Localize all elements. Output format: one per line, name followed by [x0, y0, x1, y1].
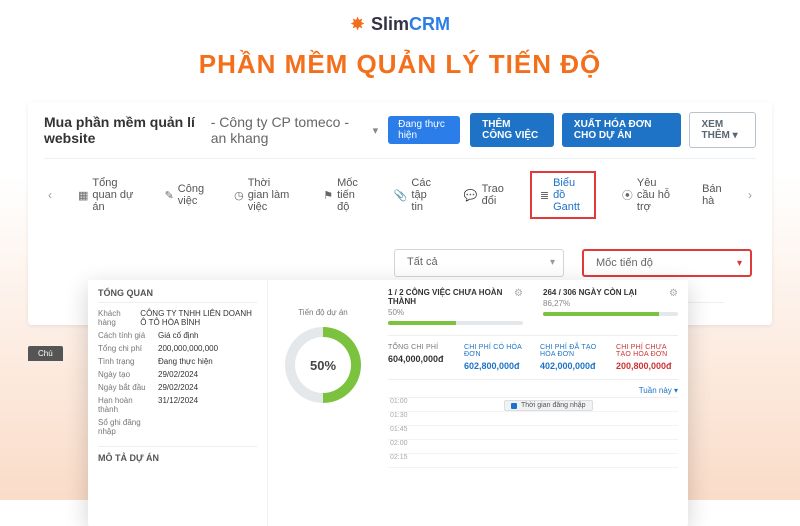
tab-milestone[interactable]: ⚑Mốc tiến độ: [319, 175, 367, 215]
project-title: Mua phần mềm quản lí website: [44, 114, 201, 146]
add-task-button[interactable]: THÊM CÔNG VIỆC: [470, 113, 554, 147]
export-invoice-button[interactable]: XUẤT HÓA ĐƠN CHO DỰ ÁN: [562, 113, 681, 147]
tab-gantt[interactable]: ≣Biểu đồ Gantt: [530, 171, 596, 219]
tab-timesheet[interactable]: ◷Thời gian làm việc: [230, 175, 297, 215]
tab-support[interactable]: ⦿Yêu cầu hỗ trợ: [618, 175, 676, 215]
overview-popover: TỔNG QUAN Khách hàngCÔNG TY TNHH LIÊN DO…: [88, 280, 688, 526]
tab-files[interactable]: 📎Các tập tin: [390, 175, 438, 215]
clipboard-icon: ✎: [165, 189, 174, 202]
desc-heading: MÔ TẢ DỰ ÁN: [98, 446, 257, 463]
side-chip: Chú: [28, 346, 63, 361]
progress-label: Tiến độ dự án: [298, 308, 348, 317]
gantt-icon: ≣: [540, 189, 549, 202]
comment-icon: 💬: [464, 189, 478, 202]
attach-icon: 📎: [394, 189, 408, 202]
chevron-left-icon[interactable]: ‹: [48, 188, 52, 202]
stat-gear-icon-2[interactable]: ⚙: [669, 288, 678, 299]
gear-icon: ✸: [350, 14, 365, 35]
tab-sales[interactable]: Bán hà: [698, 181, 726, 209]
progress-percent: 50%: [295, 337, 351, 393]
tab-tasks[interactable]: ✎Công việc: [161, 181, 209, 209]
brand-crm: CRM: [409, 14, 450, 34]
status-badge: Đang thực hiện: [388, 116, 460, 144]
legend-dot-icon: [511, 403, 517, 409]
filter-all-select[interactable]: Tất cả: [394, 249, 564, 277]
chevron-right-icon[interactable]: ›: [748, 188, 752, 202]
clock-icon: ◷: [234, 189, 244, 202]
caret-down-icon[interactable]: ▾: [373, 124, 379, 137]
stat-gear-icon-1[interactable]: ⚙: [514, 288, 523, 299]
timeline-legend: Thời gian đăng nhập: [504, 400, 593, 411]
tab-overview[interactable]: ▦Tổng quan dự án: [74, 175, 139, 215]
overview-heading: TỔNG QUAN: [98, 288, 257, 303]
flag-icon: ⚑: [323, 189, 333, 202]
grid-icon: ▦: [78, 189, 88, 202]
customer-link[interactable]: CÔNG TY TNHH LIÊN DOANH Ô TÔ HÒA BÌNH: [140, 309, 257, 327]
brand-slim: Slim: [371, 14, 409, 34]
more-button[interactable]: XEM THÊM ▾: [689, 112, 757, 148]
filter-milestone-select[interactable]: Mốc tiến độ: [582, 249, 752, 277]
project-company: - Công ty CP tomeco - an khang: [211, 114, 363, 146]
progress-donut: 50%: [285, 327, 361, 403]
lifering-icon: ⦿: [622, 187, 633, 203]
tabs-bar: ‹ ▦Tổng quan dự án ✎Công việc ◷Thời gian…: [44, 158, 756, 231]
week-dropdown[interactable]: Tuần này ▾: [388, 380, 678, 397]
tab-discuss[interactable]: 💬Trao đổi: [460, 181, 508, 209]
page-title: PHẦN MỀM QUẢN LÝ TIẾN ĐỘ: [0, 49, 800, 80]
brand-logo: ✸ SlimCRM: [0, 0, 800, 41]
